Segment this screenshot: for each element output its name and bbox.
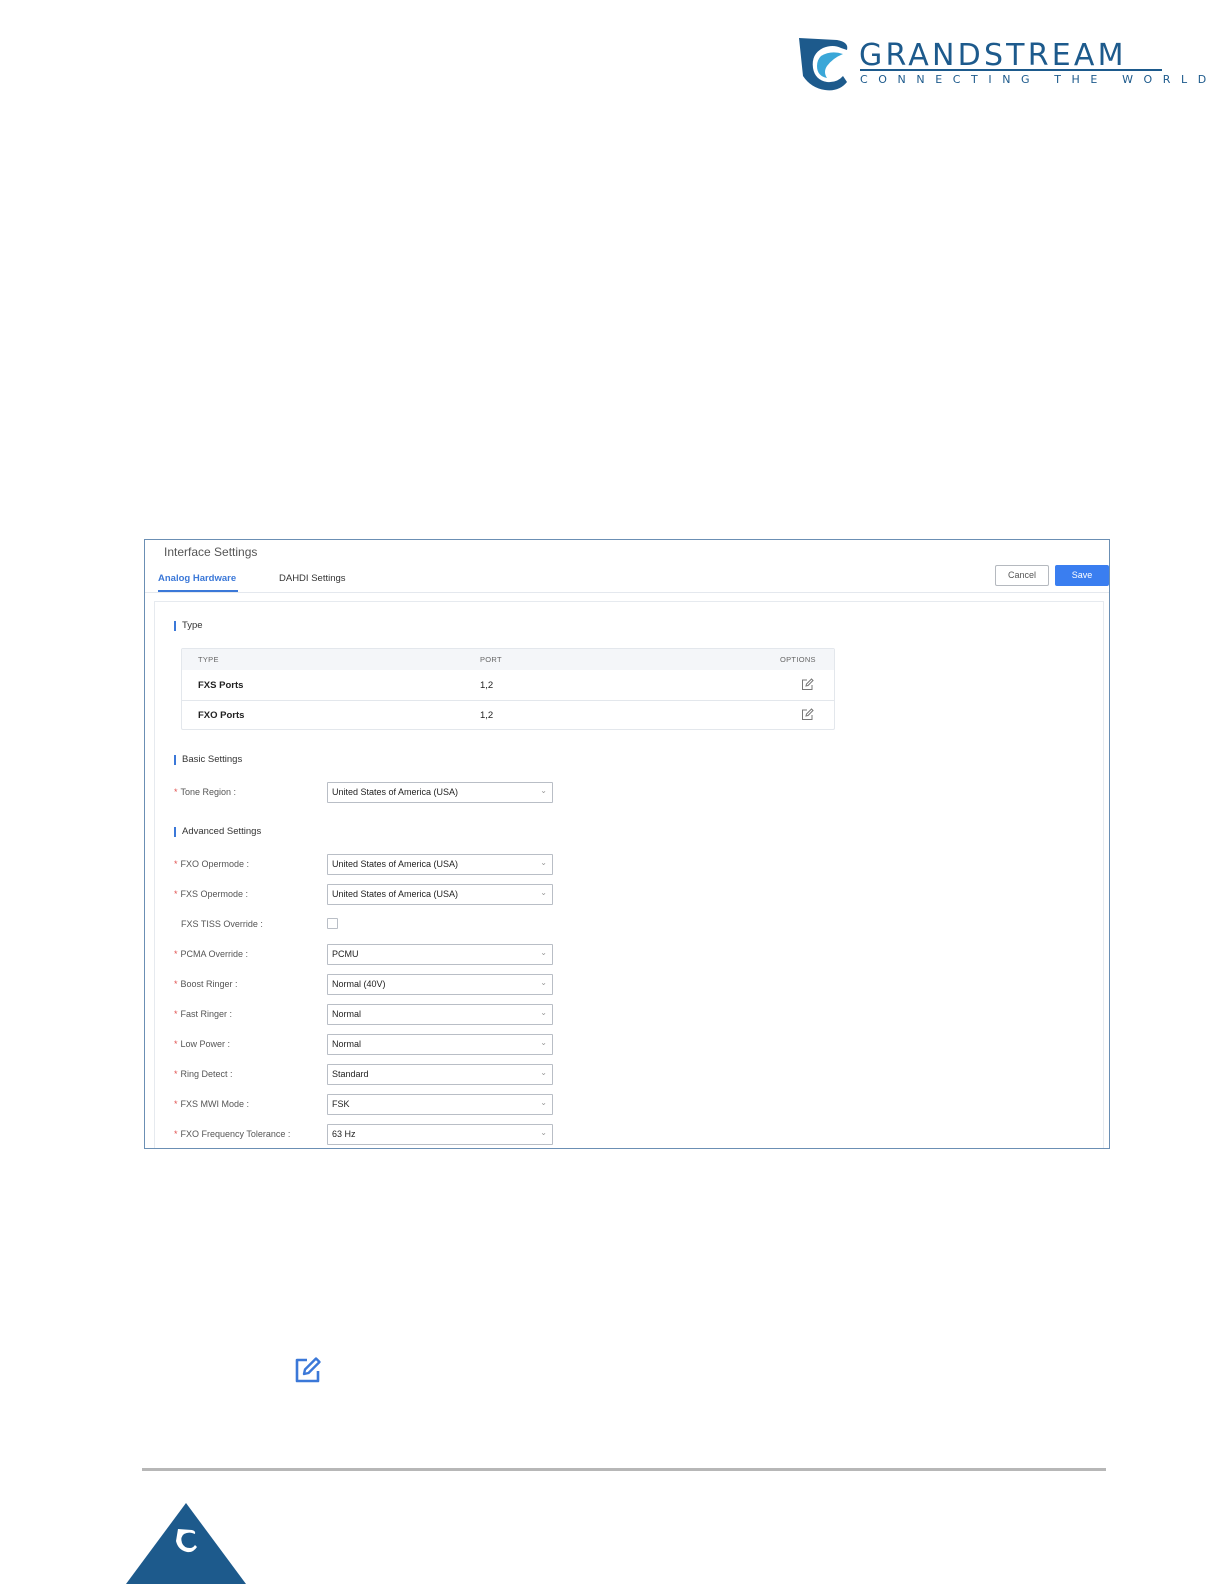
label-text: FXS Opermode : <box>180 889 249 899</box>
cell-port: 1,2 <box>480 710 494 721</box>
ring-detect-label: * Ring Detect : <box>174 1069 233 1079</box>
tab-divider <box>145 592 1109 593</box>
fast-ringer-select[interactable]: Normal ⌄ <box>327 1004 553 1025</box>
footer-divider <box>142 1468 1106 1471</box>
select-value: FSK <box>332 1099 350 1109</box>
chevron-down-icon: ⌄ <box>540 1128 547 1137</box>
required-marker: * <box>174 1099 178 1109</box>
cell-type: FXO Ports <box>198 710 245 721</box>
cancel-button[interactable]: Cancel <box>995 565 1049 586</box>
save-button[interactable]: Save <box>1055 565 1109 586</box>
table-row: FXS Ports 1,2 <box>182 671 834 701</box>
label-text: Tone Region : <box>180 787 237 797</box>
chevron-down-icon: ⌄ <box>540 948 547 957</box>
tone-region-select[interactable]: United States of America (USA) ⌄ <box>327 782 553 803</box>
boost-ringer-select[interactable]: Normal (40V) ⌄ <box>327 974 553 995</box>
grandstream-footer-icon <box>126 1503 246 1584</box>
required-marker: * <box>174 1009 178 1019</box>
fast-ringer-label: * Fast Ringer : <box>174 1009 232 1019</box>
required-marker: * <box>174 1129 178 1139</box>
column-header-options: OPTIONS <box>780 655 816 664</box>
cell-port: 1,2 <box>480 680 494 691</box>
required-marker: * <box>174 979 178 989</box>
grandstream-mark-icon <box>799 38 848 91</box>
required-marker: * <box>174 949 178 959</box>
label-text: Ring Detect : <box>180 1069 233 1079</box>
chevron-down-icon: ⌄ <box>540 786 547 795</box>
select-value: United States of America (USA) <box>332 787 459 797</box>
brand-rule <box>860 69 1162 71</box>
fxo-frequency-tolerance-select[interactable]: 63 Hz ⌄ <box>327 1124 553 1145</box>
chevron-down-icon: ⌄ <box>540 1098 547 1107</box>
section-heading-basic-settings: Basic Settings <box>174 755 242 765</box>
label-text: PCMA Override : <box>180 949 249 959</box>
select-value: Normal <box>332 1009 362 1019</box>
brand-name: GRANDSTREAM <box>859 38 1127 73</box>
fxs-tiss-override-label: FXS TISS Override : <box>181 919 263 929</box>
fxo-frequency-tolerance-label: * FXO Frequency Tolerance : <box>174 1129 290 1139</box>
required-marker: * <box>174 787 178 797</box>
low-power-select[interactable]: Normal ⌄ <box>327 1034 553 1055</box>
select-value: Normal (40V) <box>332 979 386 989</box>
select-value: PCMU <box>332 949 359 959</box>
chevron-down-icon: ⌄ <box>540 1008 547 1017</box>
label-text: Fast Ringer : <box>180 1009 233 1019</box>
chevron-down-icon: ⌄ <box>540 1068 547 1077</box>
page-title: Interface Settings <box>164 545 258 559</box>
table-row: FXO Ports 1,2 <box>182 701 834 730</box>
tone-region-label: * Tone Region : <box>174 787 236 797</box>
required-marker: * <box>174 889 178 899</box>
column-header-port: PORT <box>480 655 502 664</box>
select-value: 63 Hz <box>332 1129 356 1139</box>
low-power-label: * Low Power : <box>174 1039 230 1049</box>
fxo-opermode-label: * FXO Opermode : <box>174 859 249 869</box>
boost-ringer-label: * Boost Ringer : <box>174 979 238 989</box>
fxs-tiss-override-checkbox[interactable] <box>327 918 338 929</box>
brand-tagline: CONNECTING THE WORLD <box>860 73 1217 86</box>
interface-settings-panel: Interface Settings Analog Hardware DAHDI… <box>144 539 1110 1149</box>
select-value: United States of America (USA) <box>332 889 459 899</box>
label-text: FXS MWI Mode : <box>180 1099 250 1109</box>
ring-detect-select[interactable]: Standard ⌄ <box>327 1064 553 1085</box>
column-header-type: TYPE <box>198 655 219 664</box>
grandstream-logo: GRANDSTREAM CONNECTING THE WORLD <box>797 36 1206 96</box>
required-marker: * <box>174 1039 178 1049</box>
edit-icon[interactable] <box>801 678 814 691</box>
chevron-down-icon: ⌄ <box>540 888 547 897</box>
label-text: FXO Opermode : <box>180 859 250 869</box>
chevron-down-icon: ⌄ <box>540 1038 547 1047</box>
chevron-down-icon: ⌄ <box>540 858 547 867</box>
chevron-down-icon: ⌄ <box>540 978 547 987</box>
select-value: United States of America (USA) <box>332 859 459 869</box>
cell-type: FXS Ports <box>198 680 244 691</box>
edit-icon <box>295 1357 321 1383</box>
pcma-override-label: * PCMA Override : <box>174 949 248 959</box>
section-heading-type: Type <box>174 621 203 631</box>
port-type-table: TYPE PORT OPTIONS FXS Ports 1,2 FXO Port… <box>181 648 835 730</box>
select-value: Normal <box>332 1039 362 1049</box>
edit-icon[interactable] <box>801 708 814 721</box>
fxs-opermode-label: * FXS Opermode : <box>174 889 248 899</box>
fxs-mwi-mode-label: * FXS MWI Mode : <box>174 1099 249 1109</box>
table-header: TYPE PORT OPTIONS <box>182 649 834 670</box>
required-marker: * <box>174 1069 178 1079</box>
label-text: Boost Ringer : <box>180 979 238 989</box>
select-value: Standard <box>332 1069 369 1079</box>
required-marker: * <box>174 859 178 869</box>
settings-content: Type TYPE PORT OPTIONS FXS Ports 1,2 FXO… <box>154 601 1104 1148</box>
label-text: Low Power : <box>180 1039 231 1049</box>
tab-dahdi-settings[interactable]: DAHDI Settings <box>279 573 346 584</box>
tab-analog-hardware[interactable]: Analog Hardware <box>158 573 236 584</box>
fxo-opermode-select[interactable]: United States of America (USA) ⌄ <box>327 854 553 875</box>
section-heading-advanced-settings: Advanced Settings <box>174 827 261 837</box>
label-text: FXO Frequency Tolerance : <box>180 1129 291 1139</box>
fxs-opermode-select[interactable]: United States of America (USA) ⌄ <box>327 884 553 905</box>
pcma-override-select[interactable]: PCMU ⌄ <box>327 944 553 965</box>
fxs-mwi-mode-select[interactable]: FSK ⌄ <box>327 1094 553 1115</box>
